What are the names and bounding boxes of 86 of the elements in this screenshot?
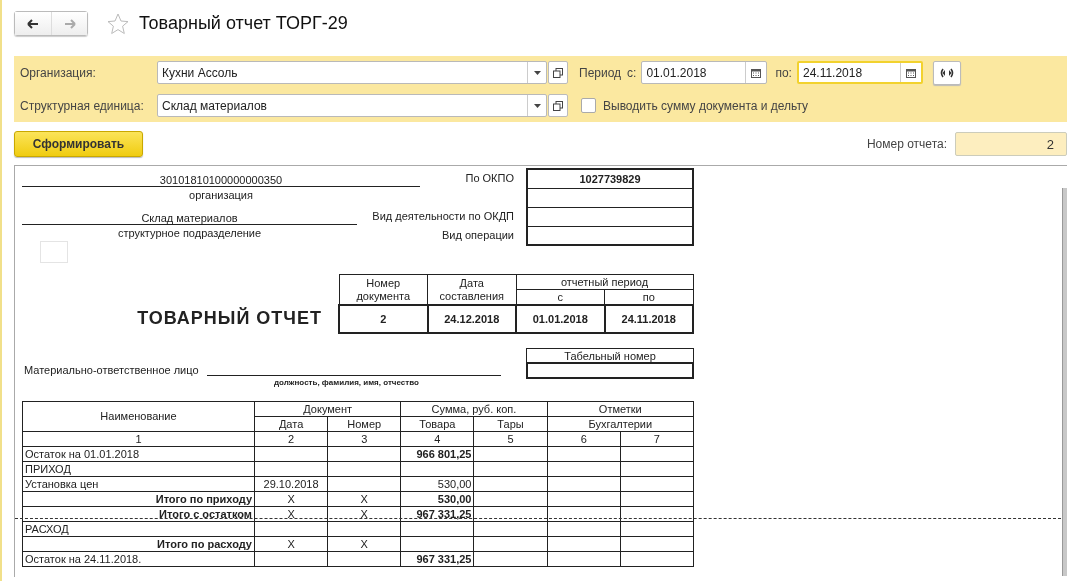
windows-icon: [553, 67, 563, 78]
caret-icon: [533, 70, 541, 75]
table-cell: X: [254, 536, 328, 552]
caret-icon: [533, 103, 541, 108]
right-arrow-icon: [63, 18, 76, 29]
table-cell: Остаток на 01.01.2018: [22, 446, 255, 462]
table-cell: Сумма, руб. коп.: [400, 401, 548, 417]
table-cell: Итого с остатком: [22, 506, 255, 522]
number-field[interactable]: 2: [955, 132, 1067, 156]
calendar-icon: [905, 67, 916, 78]
to-label: по:: [775, 65, 792, 80]
table-cell: 5: [473, 431, 548, 447]
table-cell: отчетный период: [516, 274, 693, 290]
table-cell: X: [254, 506, 328, 522]
table-cell: 2: [339, 305, 428, 333]
checkbox-label: Выводить сумму документа и дельту: [603, 98, 808, 113]
table-cell: Номер документа: [339, 274, 428, 305]
table-cell: 1027739829: [528, 170, 692, 189]
back-button[interactable]: [15, 12, 51, 35]
field-label: Организация:: [20, 65, 97, 80]
table-cell: 7: [620, 431, 694, 447]
table-cell: Табельный номер: [526, 348, 694, 363]
open-button[interactable]: [548, 61, 568, 84]
table-cell: Итого по расходу: [22, 536, 255, 552]
table-cell: 530,00: [400, 476, 474, 492]
table-cell: Бухгалтерии: [547, 416, 694, 432]
from-label: с:: [627, 65, 637, 80]
table-cell: 967 331,25: [400, 506, 474, 522]
table-cell: 6: [547, 431, 621, 447]
table-cell: 4: [400, 431, 474, 447]
table-cell: 966 801,25: [400, 446, 474, 462]
table-cell: X: [327, 491, 401, 507]
table-cell: Документ: [254, 401, 401, 417]
empty-frame: [40, 241, 68, 263]
caption: структурное подразделение: [116, 226, 263, 241]
table-cell: X: [327, 506, 401, 522]
code-label: По ОКПО: [465, 171, 514, 184]
table-cell: Товара: [400, 416, 474, 432]
table-cell: Номер: [327, 416, 401, 432]
table-cell: 01.01.2018: [516, 305, 605, 333]
select-field[interactable]: Кухни Ассоль: [157, 61, 547, 84]
table-cell: 2: [254, 431, 328, 447]
table-cell: ПРИХОД: [22, 461, 255, 477]
code-label: Вид деятельности по ОКДП: [372, 209, 514, 222]
open-button[interactable]: [548, 94, 568, 117]
generate-button[interactable]: Сформировать: [14, 131, 143, 157]
select-field[interactable]: Склад материалов: [157, 94, 547, 117]
left-arrow-icon: [27, 18, 39, 29]
window-title: Товарный отчет ТОРГ-29: [139, 13, 348, 34]
table-cell: 530,00: [400, 491, 474, 507]
calendar-icon: [751, 67, 762, 78]
field-label: Структурная единица:: [20, 98, 145, 113]
table-cell: Дата составления: [427, 274, 516, 305]
caption: организация: [188, 188, 254, 203]
star-icon[interactable]: [107, 12, 129, 35]
table-cell: Тары: [473, 416, 548, 432]
date-field[interactable]: 24.11.2018: [796, 61, 923, 84]
report-title: ТОВАРНЫЙ ОТЧЕТ: [137, 307, 322, 329]
table-cell: 24.12.2018: [427, 305, 516, 333]
windows-icon: [553, 100, 563, 111]
table-cell: X: [327, 536, 401, 552]
date-field[interactable]: 01.01.2018: [641, 61, 768, 84]
table-cell: X: [254, 491, 328, 507]
table-cell: 29.10.2018: [254, 476, 328, 492]
table-cell: Дата: [254, 416, 328, 432]
period-button[interactable]: [932, 60, 961, 85]
organization-details: 30101810100000000350: [22, 168, 420, 187]
period-label: Период: [579, 65, 622, 80]
caption: должность, фамилия, имя, отчество: [274, 378, 420, 387]
table-cell: 1: [22, 431, 255, 447]
code-label: Вид операции: [442, 228, 514, 241]
field-label: Материально-ответственное лицо: [24, 364, 199, 376]
table-cell: 967 331,25: [400, 551, 474, 567]
scrollbar[interactable]: [1062, 188, 1067, 576]
table-cell: Наименование: [22, 401, 255, 432]
period-icon: [938, 67, 955, 78]
table-cell: РАСХОД: [22, 521, 255, 537]
table-cell: Остаток на 24.11.2018.: [22, 551, 255, 567]
table-cell: Итого по приходу: [22, 491, 255, 507]
table-cell: Отметки: [547, 401, 694, 417]
checkbox[interactable]: [581, 98, 596, 113]
table-cell: 3: [327, 431, 401, 447]
division-name: Склад материалов: [22, 206, 357, 225]
table-cell: 24.11.2018: [604, 305, 693, 333]
field-label: Номер отчета:: [866, 137, 947, 151]
table-cell: Установка цен: [22, 476, 255, 492]
